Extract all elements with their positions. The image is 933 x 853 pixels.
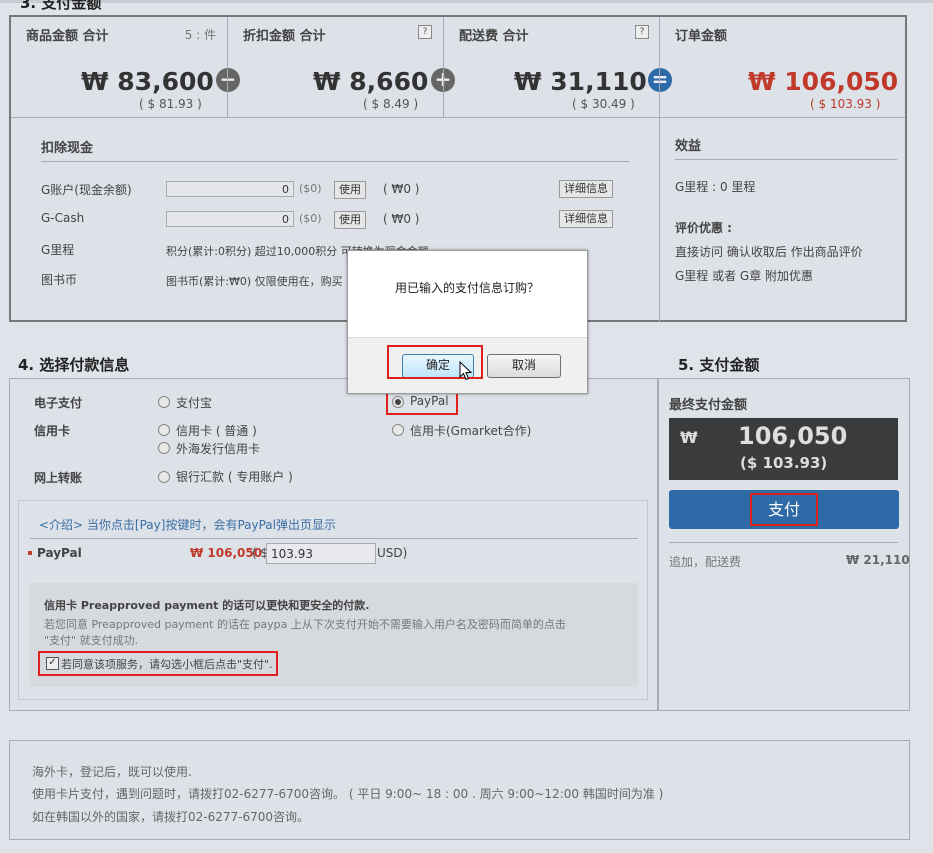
g-cash-use-button[interactable]: 使用 (334, 211, 366, 229)
review-benefit-line-1: 直接访问 确认收取后 作出商品评价 (675, 245, 863, 259)
pay-button-highlight-frame (750, 493, 818, 526)
shipping-total-heading: 配送费 合计 (459, 29, 529, 44)
book-coin-text: 图书币(累计:₩0) 仅限使用在，购买 (166, 275, 343, 288)
section-title-summary: 3. 支付金额 (20, 0, 102, 12)
footer-line-1: 海外卡，登记后，既可以使用. (32, 765, 192, 779)
agree-highlight-frame (38, 651, 278, 676)
extra-shipping-label: 追加，配送费 (669, 555, 742, 569)
card-overseas-radio[interactable] (158, 442, 170, 454)
g-mileage-label: G里程 (41, 243, 75, 257)
discount-total-column: 折扣金额 合计 ? ₩ 8,660 ( $ 8.49 ) (228, 17, 442, 117)
goods-total-amount: ₩ 83,600 (81, 67, 214, 96)
discount-total-heading: 折扣金额 合计 (243, 29, 326, 44)
discount-total-usd: ( $ 8.49 ) (363, 97, 419, 111)
g-cash-won: ( ₩0 ) (383, 212, 420, 226)
shipping-total-usd: ( $ 30.49 ) (572, 97, 635, 111)
g-account-usd: ($0) (299, 182, 322, 195)
discount-help-icon[interactable]: ? (418, 25, 432, 39)
deduct-divider (41, 161, 629, 162)
g-account-detail-button[interactable]: 详细信息 (559, 180, 613, 198)
confirm-message: 用已输入的支付信息订购？ (395, 281, 540, 295)
benefit-g-mileage: G里程 : 0 里程 (675, 180, 756, 194)
mouse-cursor-icon (459, 361, 473, 381)
g-account-use-button[interactable]: 使用 (334, 181, 366, 199)
confirm-cancel-button[interactable]: 取消 (487, 354, 561, 378)
section-title-final: 5. 支付金额 (678, 356, 760, 374)
g-account-label: G账户(现金余额) (41, 183, 132, 197)
section-title-payinfo: 4. 选择付款信息 (18, 356, 130, 374)
paypal-row-label: PayPal (37, 546, 82, 560)
order-total-column: 订单金额 ₩ 106,050 ( $ 103.93 ) (660, 17, 905, 117)
panel-divider (30, 538, 638, 539)
g-account-won: ( ₩0 ) (383, 182, 420, 196)
footer-line-3: 如在韩国以外的国家，请拨打02-6277-6700咨询。 (32, 810, 310, 824)
credit-card-label: 信用卡 (34, 424, 71, 438)
page-top-edge (0, 0, 933, 3)
footer-line-2: 使用卡片支付，遇到问题时，请拨打02-6277-6700咨询。 ( 平日 9:0… (32, 787, 664, 801)
bank-transfer-label: 网上转账 (34, 471, 83, 485)
extra-shipping-amount: ₩ 21,110 (846, 553, 910, 567)
g-cash-usd: ($0) (299, 212, 322, 225)
order-total-amount: ₩ 106,050 (748, 67, 899, 96)
g-cash-label: G-Cash (41, 211, 85, 225)
final-amount-label: 最终支付金额 (669, 398, 748, 413)
g-account-input[interactable]: 0 (166, 181, 294, 197)
final-won-amount: 106,050 (738, 422, 848, 450)
paypal-usd-suffix: USD) (377, 546, 408, 560)
final-won-symbol: ₩ (680, 428, 698, 447)
summary-divider (11, 117, 905, 118)
card-gmarket-radio[interactable] (392, 424, 404, 436)
deduct-cash-title: 扣除现金 (41, 141, 94, 156)
final-usd-amount: ($ 103.93) (740, 454, 828, 472)
benefit-title: 效益 (675, 139, 702, 154)
goods-count: 5 : 件 (184, 28, 216, 42)
alipay-label[interactable]: 支付宝 (176, 394, 212, 411)
g-cash-input[interactable]: 0 (166, 211, 294, 227)
discount-total-amount: ₩ 8,660 (313, 67, 429, 96)
final-divider (669, 542, 898, 543)
preapproved-note-title: 信用卡 Preapproved payment 的话可以更快和更安全的付款. (44, 599, 370, 612)
footer-notice-box: 海外卡，登记后，既可以使用. 使用卡片支付，遇到问题时，请拨打02-6277-6… (9, 740, 910, 840)
card-gmarket-label[interactable]: 信用卡(Gmarket合作) (410, 422, 531, 439)
preapproved-note-line-2: "支付" 就支付成功. (44, 634, 139, 647)
goods-total-column: 商品金额 合计 5 : 件 ₩ 83,600 ( $ 81.93 ) (11, 17, 226, 117)
shipping-total-amount: ₩ 31,110 (514, 67, 647, 96)
goods-total-usd: ( $ 81.93 ) (139, 97, 202, 111)
card-normal-label[interactable]: 信用卡 ( 普通 ) (176, 422, 257, 439)
bank-transfer-radio[interactable] (158, 471, 170, 483)
epay-label: 电子支付 (34, 396, 83, 410)
g-cash-detail-button[interactable]: 详细信息 (559, 210, 613, 228)
review-benefit-title: 评价优惠 : (675, 221, 732, 235)
order-total-heading: 订单金额 (675, 29, 728, 44)
bank-transfer-option[interactable]: 银行汇款 ( 专用账户 ) (176, 468, 293, 485)
alipay-radio[interactable] (158, 396, 170, 408)
paypal-usd-input[interactable]: 103.93 (266, 543, 376, 564)
review-benefit-line-2: G里程 或者 G章 附加优惠 (675, 269, 814, 283)
card-normal-radio[interactable] (158, 424, 170, 436)
order-total-usd: ( $ 103.93 ) (810, 97, 881, 111)
benefit-divider (675, 159, 897, 160)
bullet-icon (28, 551, 32, 555)
shipping-total-column: 配送费 合计 ? ₩ 31,110 ( $ 30.49 ) (444, 17, 659, 117)
book-coin-label: 图书币 (41, 273, 78, 287)
shipping-help-icon[interactable]: ? (635, 25, 649, 39)
card-overseas-label[interactable]: 外海发行信用卡 (176, 440, 260, 457)
paypal-intro-text: <介绍> 当你点击[Pay]按键时，会有PayPal弹出页显示 (39, 518, 336, 532)
goods-total-heading: 商品金额 合计 (26, 29, 109, 44)
preapproved-note-line-1: 若您同意 Preapproved payment 的话在 paypa 上从下次支… (44, 618, 566, 631)
